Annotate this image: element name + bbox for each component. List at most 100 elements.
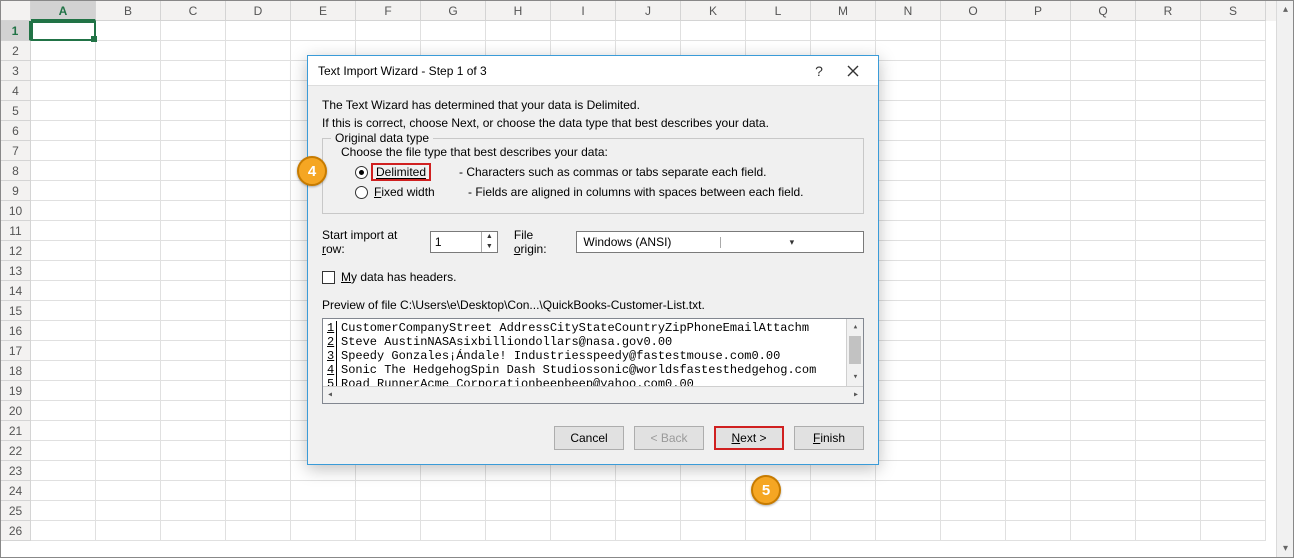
cell[interactable] — [31, 401, 96, 421]
cell[interactable] — [96, 41, 161, 61]
cell[interactable] — [811, 21, 876, 41]
cell[interactable] — [161, 181, 226, 201]
cell[interactable] — [1071, 21, 1136, 41]
cell[interactable] — [1071, 241, 1136, 261]
column-header[interactable]: D — [226, 1, 291, 21]
cell[interactable] — [1071, 401, 1136, 421]
spinner-arrows[interactable]: ▲▼ — [481, 232, 497, 252]
cell[interactable] — [421, 521, 486, 541]
cell[interactable] — [1071, 341, 1136, 361]
cell[interactable] — [226, 441, 291, 461]
cell[interactable] — [876, 361, 941, 381]
cell[interactable] — [551, 501, 616, 521]
cell[interactable] — [226, 161, 291, 181]
cell[interactable] — [1006, 361, 1071, 381]
row-header[interactable]: 24 — [1, 481, 31, 501]
column-header[interactable]: E — [291, 1, 356, 21]
cell[interactable] — [1136, 161, 1201, 181]
cell[interactable] — [161, 401, 226, 421]
cell[interactable] — [1006, 521, 1071, 541]
cell[interactable] — [161, 501, 226, 521]
column-header[interactable]: A — [31, 1, 96, 21]
cell[interactable] — [941, 101, 1006, 121]
cell[interactable] — [876, 461, 941, 481]
cell[interactable] — [1136, 501, 1201, 521]
cell[interactable] — [681, 21, 746, 41]
scroll-down-icon[interactable]: ▾ — [1277, 540, 1294, 557]
cell[interactable] — [96, 101, 161, 121]
cell[interactable] — [161, 61, 226, 81]
radio-delimited[interactable] — [355, 166, 368, 179]
cell[interactable] — [876, 101, 941, 121]
cell[interactable] — [876, 301, 941, 321]
cell[interactable] — [161, 361, 226, 381]
select-all-corner[interactable] — [1, 1, 31, 21]
cell[interactable] — [31, 101, 96, 121]
cell[interactable] — [486, 481, 551, 501]
cell[interactable] — [1071, 41, 1136, 61]
cell[interactable] — [876, 421, 941, 441]
cell[interactable] — [31, 81, 96, 101]
cell[interactable] — [226, 141, 291, 161]
row-header[interactable]: 11 — [1, 221, 31, 241]
cell[interactable] — [876, 401, 941, 421]
cell[interactable] — [31, 141, 96, 161]
cell[interactable] — [161, 381, 226, 401]
row-header[interactable]: 13 — [1, 261, 31, 281]
preview-scroll-up-icon[interactable]: ▴ — [847, 319, 864, 336]
row-header[interactable]: 21 — [1, 421, 31, 441]
row-header[interactable]: 20 — [1, 401, 31, 421]
cell[interactable] — [941, 461, 1006, 481]
preview-horizontal-scrollbar[interactable]: ◂ ▸ — [323, 386, 863, 403]
cell[interactable] — [941, 241, 1006, 261]
cell[interactable] — [1071, 101, 1136, 121]
cell[interactable] — [96, 81, 161, 101]
cell[interactable] — [1201, 141, 1266, 161]
cell[interactable] — [941, 361, 1006, 381]
cell[interactable] — [941, 501, 1006, 521]
cell[interactable] — [31, 361, 96, 381]
cell[interactable] — [226, 41, 291, 61]
start-row-input[interactable] — [431, 232, 481, 252]
cell[interactable] — [1071, 61, 1136, 81]
row-header[interactable]: 8 — [1, 161, 31, 181]
row-header[interactable]: 1 — [1, 21, 31, 41]
cell[interactable] — [161, 101, 226, 121]
cell[interactable] — [31, 301, 96, 321]
help-button[interactable]: ? — [802, 58, 836, 84]
cell[interactable] — [96, 21, 161, 41]
cell[interactable] — [1006, 281, 1071, 301]
cell[interactable] — [876, 81, 941, 101]
cell[interactable] — [941, 221, 1006, 241]
cell[interactable] — [681, 501, 746, 521]
row-header[interactable]: 26 — [1, 521, 31, 541]
row-header[interactable]: 4 — [1, 81, 31, 101]
cell[interactable] — [811, 501, 876, 521]
cell[interactable] — [1071, 501, 1136, 521]
cell[interactable] — [1201, 381, 1266, 401]
cell[interactable] — [1201, 301, 1266, 321]
cell[interactable] — [226, 181, 291, 201]
cell[interactable] — [96, 341, 161, 361]
cell[interactable] — [161, 301, 226, 321]
cell[interactable] — [1136, 401, 1201, 421]
cell[interactable] — [226, 481, 291, 501]
cell[interactable] — [1136, 241, 1201, 261]
cell[interactable] — [161, 21, 226, 41]
cell[interactable] — [161, 161, 226, 181]
cell[interactable] — [1201, 201, 1266, 221]
cell[interactable] — [486, 501, 551, 521]
row-header[interactable]: 2 — [1, 41, 31, 61]
file-origin-combo[interactable]: Windows (ANSI) ▾ — [576, 231, 864, 253]
cell[interactable] — [486, 21, 551, 41]
cell[interactable] — [876, 201, 941, 221]
column-header[interactable]: H — [486, 1, 551, 21]
cell[interactable] — [31, 221, 96, 241]
cell[interactable] — [941, 441, 1006, 461]
cell[interactable] — [1201, 261, 1266, 281]
row-header[interactable]: 3 — [1, 61, 31, 81]
cell[interactable] — [1006, 61, 1071, 81]
cell[interactable] — [96, 441, 161, 461]
cell[interactable] — [1006, 261, 1071, 281]
cell[interactable] — [876, 341, 941, 361]
